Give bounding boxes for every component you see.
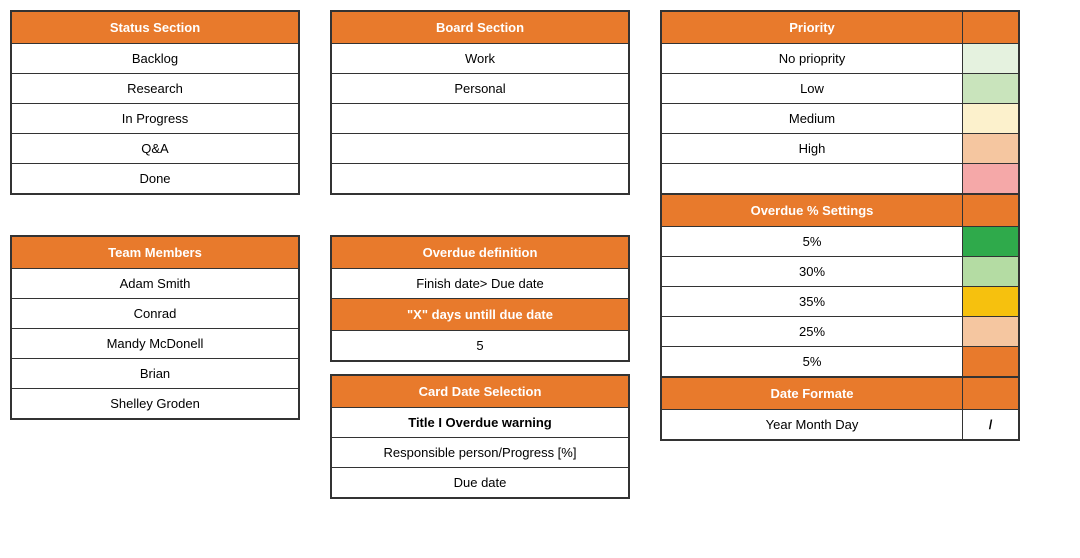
overdue-row[interactable]: 35% <box>662 286 1018 316</box>
overdue-row[interactable]: 5% <box>662 226 1018 256</box>
priority-swatch <box>963 164 1018 193</box>
overdue-swatch <box>963 287 1018 316</box>
priority-row[interactable]: High <box>662 133 1018 163</box>
overdue-settings-header-swatch <box>963 195 1018 226</box>
board-item[interactable] <box>332 103 628 133</box>
card-date-header: Card Date Selection <box>332 376 628 407</box>
priority-label: High <box>662 134 963 163</box>
overdue-label: 5% <box>662 347 963 376</box>
priority-swatch <box>963 74 1018 103</box>
days-until-due-header: "X" days untill due date <box>332 298 628 330</box>
card-date-item[interactable]: Due date <box>332 467 628 497</box>
overdue-row[interactable]: 30% <box>662 256 1018 286</box>
priority-header-swatch <box>963 12 1018 43</box>
overdue-row[interactable]: 25% <box>662 316 1018 346</box>
status-item[interactable]: Done <box>12 163 298 193</box>
team-item[interactable]: Brian <box>12 358 298 388</box>
overdue-definition-section: Overdue definition Finish date> Due date… <box>330 235 630 362</box>
overdue-settings-header: Overdue % Settings <box>662 195 963 226</box>
overdue-label: 35% <box>662 287 963 316</box>
date-format-row[interactable]: Year Month Day / <box>662 409 1018 439</box>
team-item[interactable]: Adam Smith <box>12 268 298 298</box>
overdue-definition-value[interactable]: Finish date> Due date <box>332 268 628 298</box>
board-item[interactable] <box>332 163 628 193</box>
card-date-item[interactable]: Title I Overdue warning <box>332 407 628 437</box>
priority-row[interactable]: No prioprity <box>662 43 1018 73</box>
priority-row[interactable]: Medium <box>662 103 1018 133</box>
date-format-header-swatch <box>963 378 1018 409</box>
priority-label: Low <box>662 74 963 103</box>
priority-label <box>662 164 963 193</box>
days-until-due-value[interactable]: 5 <box>332 330 628 360</box>
team-item[interactable]: Shelley Groden <box>12 388 298 418</box>
priority-row[interactable] <box>662 163 1018 193</box>
team-item[interactable]: Mandy McDonell <box>12 328 298 358</box>
priority-swatch <box>963 44 1018 73</box>
priority-swatch <box>963 104 1018 133</box>
board-header: Board Section <box>332 12 628 43</box>
status-item[interactable]: Research <box>12 73 298 103</box>
overdue-definition-header: Overdue definition <box>332 237 628 268</box>
overdue-settings-section: Overdue % Settings 5% 30% 35% 25% <box>660 195 1020 378</box>
overdue-label: 25% <box>662 317 963 346</box>
status-header: Status Section <box>12 12 298 43</box>
status-section: Status Section Backlog Research In Progr… <box>10 10 300 195</box>
overdue-swatch <box>963 347 1018 376</box>
date-format-section: Date Formate Year Month Day / <box>660 378 1020 441</box>
overdue-label: 30% <box>662 257 963 286</box>
team-item[interactable]: Conrad <box>12 298 298 328</box>
overdue-row[interactable]: 5% <box>662 346 1018 376</box>
team-header: Team Members <box>12 237 298 268</box>
overdue-swatch <box>963 257 1018 286</box>
board-item[interactable]: Work <box>332 43 628 73</box>
priority-label: No prioprity <box>662 44 963 73</box>
board-item[interactable]: Personal <box>332 73 628 103</box>
status-item[interactable]: Q&A <box>12 133 298 163</box>
board-section: Board Section Work Personal <box>330 10 630 195</box>
status-item[interactable]: In Progress <box>12 103 298 133</box>
status-item[interactable]: Backlog <box>12 43 298 73</box>
team-section: Team Members Adam Smith Conrad Mandy McD… <box>10 235 300 420</box>
date-format-separator: / <box>963 410 1018 439</box>
card-date-item[interactable]: Responsible person/Progress [%] <box>332 437 628 467</box>
overdue-label: 5% <box>662 227 963 256</box>
card-date-section: Card Date Selection Title I Overdue warn… <box>330 374 630 499</box>
priority-label: Medium <box>662 104 963 133</box>
priority-swatch <box>963 134 1018 163</box>
date-format-header: Date Formate <box>662 378 963 409</box>
overdue-swatch <box>963 317 1018 346</box>
priority-header: Priority <box>662 12 963 43</box>
priority-section: Priority No prioprity Low Medium High <box>660 10 1020 195</box>
priority-row[interactable]: Low <box>662 73 1018 103</box>
board-item[interactable] <box>332 133 628 163</box>
date-format-label: Year Month Day <box>662 410 963 439</box>
overdue-swatch <box>963 227 1018 256</box>
